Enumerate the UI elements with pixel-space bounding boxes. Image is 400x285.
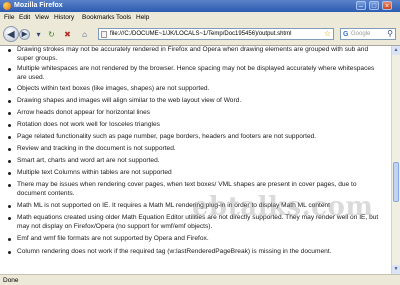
bullet-icon — [8, 238, 11, 241]
menu-help[interactable]: Help — [136, 13, 149, 22]
address-bar[interactable]: file:///C:/DOCUME~1/JK/LOCALS~1/Temp/Doc… — [98, 28, 334, 40]
title-bar: Mozilla Firefox – □ × — [0, 0, 400, 12]
scroll-down-icon[interactable]: ▼ — [392, 265, 400, 274]
list-item-text: Emf and wmf file formats are not support… — [17, 235, 209, 242]
bullet-icon — [8, 112, 11, 115]
window-title: Mozilla Firefox — [14, 2, 63, 9]
vertical-scrollbar[interactable]: ▲ ▼ — [391, 46, 400, 274]
list-item-text: Multiple whitespaces are not rendered by… — [17, 65, 375, 81]
google-icon: G — [343, 31, 349, 38]
status-bar: Done — [0, 274, 400, 285]
menu-view[interactable]: View — [35, 13, 49, 22]
search-placeholder[interactable]: Google — [351, 30, 370, 39]
status-text: Done — [3, 277, 19, 284]
list-item-text: Objects within text boxes (like images, … — [17, 85, 210, 92]
scroll-up-icon[interactable]: ▲ — [392, 46, 400, 55]
firefox-logo-icon — [3, 2, 11, 10]
bullet-icon — [8, 49, 11, 52]
bullet-icon — [8, 217, 11, 220]
bullet-icon — [8, 184, 11, 187]
minimize-button[interactable]: – — [356, 1, 366, 10]
menu-file[interactable]: File — [4, 13, 14, 22]
menu-tools[interactable]: Tools — [116, 13, 131, 22]
bullet-icon — [8, 160, 11, 163]
bullet-icon — [8, 148, 11, 151]
list-item-text: Drawing shapes and images will align sim… — [17, 97, 242, 104]
watermark: ebtalks.com — [192, 192, 374, 222]
forward-button[interactable]: ▶ — [19, 29, 30, 40]
page-icon — [101, 31, 107, 38]
list-item-text: Drawing strokes may not be accurately re… — [17, 46, 369, 62]
home-icon[interactable]: ⌂ — [80, 30, 89, 39]
menu-edit[interactable]: Edit — [19, 13, 30, 22]
list-item-text: Column rendering does not work if the re… — [17, 248, 332, 255]
scrollbar-thumb[interactable] — [393, 162, 399, 202]
bookmark-star-icon[interactable]: ☆ — [324, 29, 331, 39]
list-item-text: Multiple text Columns within tables are … — [17, 169, 172, 176]
bullet-icon — [8, 124, 11, 127]
navigation-toolbar: ◀ ▶ ▾ ↻ ✖ ⌂ file:///C:/DOCUME~1/JK/LOCAL… — [0, 23, 400, 46]
maximize-button[interactable]: □ — [369, 1, 379, 10]
menu-history[interactable]: History — [54, 13, 74, 22]
stop-icon[interactable]: ✖ — [63, 30, 72, 39]
page-content: Drawing strokes may not be accurately re… — [0, 46, 391, 274]
search-box[interactable]: G Google ⚲ — [340, 28, 396, 40]
list-item-text: Arrow heads donot appear for horizontal … — [17, 109, 151, 116]
address-text[interactable]: file:///C:/DOCUME~1/JK/LOCALS~1/Temp/Doc… — [110, 30, 291, 39]
reload-icon[interactable]: ↻ — [47, 30, 56, 39]
list-item-text: Smart art, charts and word art are not s… — [17, 157, 160, 164]
bullet-icon — [8, 172, 11, 175]
bullet-icon — [8, 100, 11, 103]
bullet-icon — [8, 68, 11, 71]
search-icon[interactable]: ⚲ — [387, 29, 393, 39]
bullet-icon — [8, 88, 11, 91]
close-button[interactable]: × — [382, 1, 392, 10]
list-item-text: Review and tracking in the document is n… — [17, 145, 176, 152]
bullet-icon — [8, 136, 11, 139]
list-item-text: Rotation does not work well for Iosceles… — [17, 121, 160, 128]
history-dropdown-icon[interactable]: ▾ — [34, 30, 43, 39]
bullet-icon — [8, 251, 11, 254]
list-item-text: Page related functionality such as page … — [17, 133, 317, 140]
bullet-icon — [8, 205, 11, 208]
menu-bookmarks[interactable]: Bookmarks — [82, 13, 115, 22]
back-button[interactable]: ◀ — [3, 26, 19, 42]
